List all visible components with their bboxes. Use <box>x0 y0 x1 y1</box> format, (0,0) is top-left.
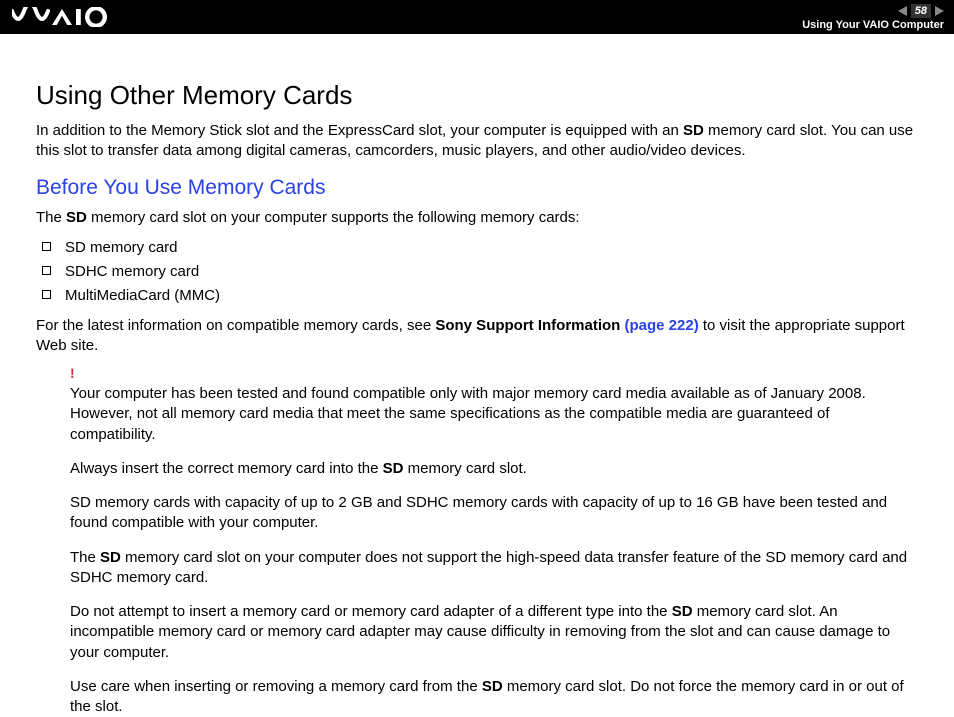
note-text: SD memory cards with capacity of up to 2… <box>70 493 918 534</box>
warning-icon: ! <box>70 364 918 383</box>
bullet-icon <box>42 290 51 299</box>
memory-card-list: SD memory card SDHC memory card MultiMed… <box>36 236 918 308</box>
support-link-page[interactable]: (page 222) <box>625 317 699 334</box>
latest-info-paragraph: For the latest information on compatible… <box>36 316 918 357</box>
list-item-label: SDHC memory card <box>65 260 199 284</box>
intro-paragraph: In addition to the Memory Stick slot and… <box>36 121 918 162</box>
next-page-icon[interactable] <box>935 6 944 16</box>
support-link-label[interactable]: Sony Support Information <box>435 317 624 334</box>
page-content: Using Other Memory Cards In addition to … <box>0 34 954 717</box>
list-item-label: SD memory card <box>65 236 178 260</box>
header-right: 58 Using Your VAIO Computer <box>802 4 944 31</box>
list-item: MultiMediaCard (MMC) <box>36 284 918 308</box>
vaio-logo <box>12 7 108 27</box>
note-text: Use care when inserting or removing a me… <box>70 677 918 717</box>
pager: 58 <box>898 4 944 18</box>
note-text: Do not attempt to insert a memory card o… <box>70 602 918 663</box>
list-item: SD memory card <box>36 236 918 260</box>
prev-page-icon[interactable] <box>898 6 907 16</box>
subheading: Before You Use Memory Cards <box>36 176 918 200</box>
list-item-label: MultiMediaCard (MMC) <box>65 284 220 308</box>
bullet-icon <box>42 266 51 275</box>
support-sentence: The SD memory card slot on your computer… <box>36 208 918 228</box>
note-text: The SD memory card slot on your computer… <box>70 548 918 589</box>
section-label: Using Your VAIO Computer <box>802 19 944 31</box>
caution-block: ! Your computer has been tested and foun… <box>36 364 918 717</box>
header-bar: 58 Using Your VAIO Computer <box>0 0 954 34</box>
note-text: Always insert the correct memory card in… <box>70 459 918 479</box>
list-item: SDHC memory card <box>36 260 918 284</box>
page-title: Using Other Memory Cards <box>36 80 918 111</box>
page-number: 58 <box>911 4 931 18</box>
note-text: Your computer has been tested and found … <box>70 384 918 445</box>
bullet-icon <box>42 242 51 251</box>
